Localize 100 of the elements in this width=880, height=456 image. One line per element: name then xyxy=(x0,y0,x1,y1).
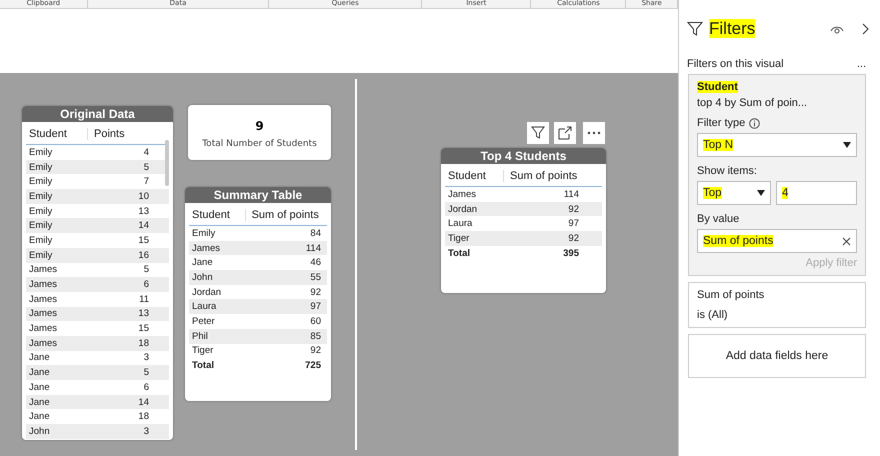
table-cell-text: Jane xyxy=(191,257,214,268)
table-cell-text: Emily xyxy=(28,206,54,217)
table-cell-text: 6 xyxy=(142,279,150,290)
by-value-field[interactable]: Sum of points xyxy=(697,229,857,253)
filter-summary: is (All) xyxy=(697,309,729,321)
table-cell-text: James xyxy=(447,188,477,200)
table-cell-text: 11 xyxy=(138,294,150,305)
table-cell-text: 14 xyxy=(137,220,150,232)
table-cell-text: 97 xyxy=(309,301,322,312)
table-cell-text: James xyxy=(28,264,58,276)
column-header[interactable]: Points xyxy=(87,128,156,140)
field-label: Filter type xyxy=(697,117,746,129)
section-label: Filters on this visual xyxy=(687,58,784,72)
add-fields-drop-zone[interactable]: Add data fields here xyxy=(688,334,866,378)
table-cell-text: Laura xyxy=(191,301,218,312)
table-cell-text: Tiger xyxy=(191,345,214,356)
table-cell-text: 5 xyxy=(142,264,150,276)
table-cell-text: 13 xyxy=(137,308,150,320)
filter-icon xyxy=(687,21,703,37)
total-label: Total xyxy=(447,248,471,259)
table-cell-text: 18 xyxy=(137,411,150,422)
table-cell-text: 15 xyxy=(137,234,150,246)
column-header[interactable]: Sum of points xyxy=(503,170,586,182)
table-cell-text: Emily xyxy=(28,220,54,232)
table-cell-text: 46 xyxy=(309,257,322,268)
table-cell-text: 114 xyxy=(562,188,580,200)
table-cell-text: 14 xyxy=(137,396,150,408)
filter-icon[interactable] xyxy=(527,122,549,144)
filter-summary: top 4 by Sum of poin... xyxy=(697,97,808,109)
table-cell-text: James xyxy=(28,294,58,305)
column-header[interactable]: Student xyxy=(189,209,245,221)
table-cell-text: Laura xyxy=(447,218,474,230)
card-label: Total Number of Students xyxy=(201,139,318,149)
table-cell-text: 4 xyxy=(142,146,150,158)
table-cell-text: Emily xyxy=(28,146,54,158)
focus-mode-icon[interactable] xyxy=(554,122,576,144)
filter-field-name: Sum of points xyxy=(697,289,766,301)
table-cell-text: John xyxy=(28,426,51,437)
table-cell-text: 97 xyxy=(567,218,580,230)
field-label: By value xyxy=(697,213,740,225)
direction-dropdown[interactable]: Top xyxy=(697,181,771,205)
visual-title: Summary Table xyxy=(185,187,331,203)
field-value: Sum of points xyxy=(703,235,774,247)
close-icon[interactable] xyxy=(842,236,851,246)
table-cell-text: Emily xyxy=(191,228,216,239)
filter-field-name: Student xyxy=(697,81,738,93)
table-cell-text: 92 xyxy=(309,345,322,356)
table-cell-text: 3 xyxy=(142,352,150,364)
table-cell-text: James xyxy=(28,308,58,320)
table-cell-text: 16 xyxy=(137,250,150,261)
more-options-icon[interactable] xyxy=(583,122,605,144)
table-cell-text: 10 xyxy=(137,190,150,202)
table-cell-text: 92 xyxy=(567,232,580,244)
count-input[interactable]: 4 xyxy=(776,181,857,205)
total-value: 395 xyxy=(562,248,580,259)
table-cell-text: 5 xyxy=(142,367,150,378)
input-value: 4 xyxy=(782,187,788,199)
total-label: Total xyxy=(191,360,215,372)
dropdown-caret-icon xyxy=(757,190,765,196)
table-cell-text: Emily xyxy=(28,190,54,202)
table-cell-text: Jane xyxy=(28,411,51,422)
table-cell-text: Tiger xyxy=(447,232,470,244)
visual-title: Top 4 Students xyxy=(441,148,606,164)
table-cell-text: 15 xyxy=(137,323,150,334)
dropdown-caret-icon xyxy=(843,142,851,148)
column-header[interactable]: Student xyxy=(26,128,87,140)
table-cell-text: James xyxy=(191,242,221,254)
dropdown-value: Top xyxy=(703,187,722,199)
table-cell-text: Emily xyxy=(28,162,54,173)
table-cell-text: Jane xyxy=(28,352,51,364)
table-cell-text: John xyxy=(191,272,214,283)
dropdown-value: Top N xyxy=(703,139,734,151)
table-cell-text: Emily xyxy=(28,234,54,246)
eye-icon[interactable] xyxy=(830,24,844,34)
visual-title: Original Data xyxy=(22,106,173,122)
column-header[interactable]: Student xyxy=(445,170,503,182)
pane-title: Filters xyxy=(709,19,756,38)
table-cell-text: 7 xyxy=(142,176,150,188)
table-cell-text: Jordan xyxy=(191,286,222,298)
table-cell-text: 3 xyxy=(142,426,150,437)
table-cell-text: 85 xyxy=(309,330,322,342)
table-cell-text: James xyxy=(28,323,58,334)
table-cell-text: Jane xyxy=(28,396,51,408)
more-options-icon[interactable]: ... xyxy=(856,58,866,74)
table-cell-text: Jane xyxy=(28,382,51,393)
table-cell-text: James xyxy=(28,338,58,349)
table-cell-text: 13 xyxy=(137,206,150,217)
table-cell-text: Peter xyxy=(191,316,216,327)
chevron-right-icon[interactable] xyxy=(860,22,870,36)
table-cell-text: Jordan xyxy=(447,204,478,215)
table-cell-text: 84 xyxy=(309,228,322,239)
table-cell-text: 5 xyxy=(142,162,150,173)
filter-type-dropdown[interactable]: Top N xyxy=(697,133,857,157)
table-cell-text: Emily xyxy=(28,250,54,261)
scrollbar[interactable] xyxy=(165,140,169,186)
table-cell-text: 60 xyxy=(309,316,322,327)
total-value: 725 xyxy=(304,360,322,372)
column-header[interactable]: Sum of points xyxy=(244,209,327,221)
table-cell-text: 92 xyxy=(309,286,322,298)
table-cell-text: 92 xyxy=(567,204,580,215)
